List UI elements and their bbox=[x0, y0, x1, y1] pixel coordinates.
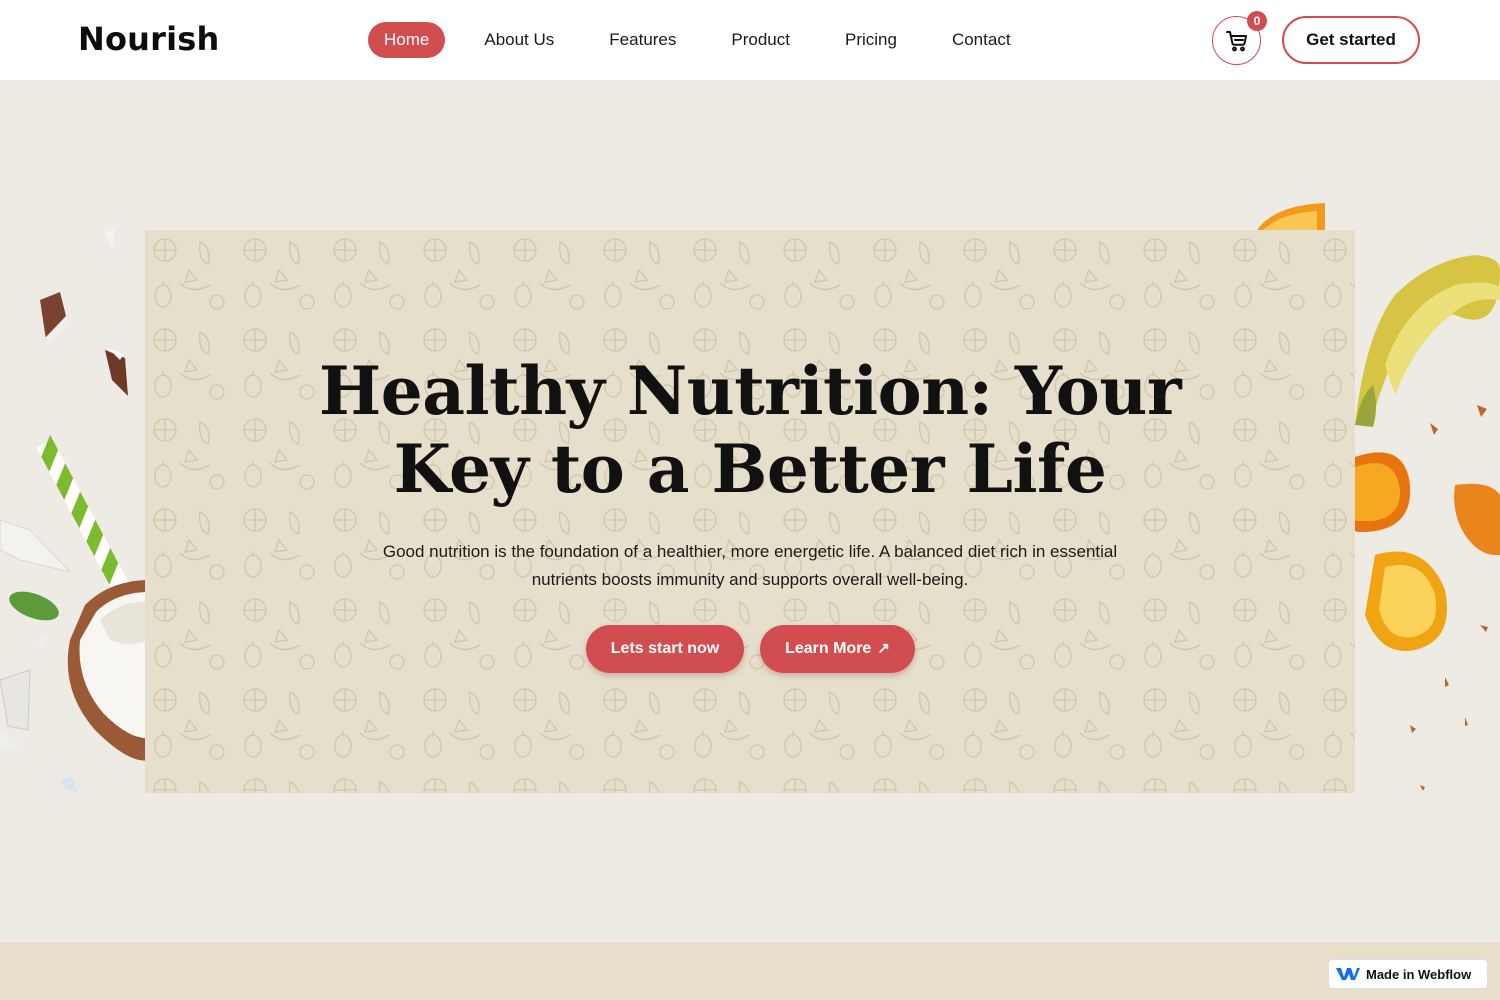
fruit-pattern-background bbox=[145, 230, 1355, 793]
nav-about-us[interactable]: About Us bbox=[468, 22, 570, 58]
main-nav: Home About Us Features Product Pricing C… bbox=[368, 22, 1050, 58]
site-header: Nourish Home About Us Features Product P… bbox=[0, 0, 1500, 80]
shopping-cart-icon bbox=[1225, 30, 1247, 51]
lets-start-now-button[interactable]: Lets start now bbox=[586, 625, 744, 673]
next-section-band bbox=[0, 942, 1500, 1000]
hero-title-line-2: Key to a Better Life bbox=[393, 430, 1107, 508]
nav-product[interactable]: Product bbox=[715, 22, 806, 58]
made-in-webflow-badge[interactable]: Made in Webflow bbox=[1328, 959, 1488, 989]
hero-title: Healthy Nutrition: Your Key to a Better … bbox=[145, 352, 1355, 508]
nav-home[interactable]: Home bbox=[368, 22, 446, 58]
arrow-up-right-icon: ↗ bbox=[877, 640, 890, 657]
brand-logo[interactable]: Nourish bbox=[78, 20, 220, 58]
hero-section: Healthy Nutrition: Your Key to a Better … bbox=[145, 230, 1355, 793]
learn-more-button[interactable]: Learn More ↗ bbox=[760, 625, 915, 673]
learn-more-label: Learn More bbox=[785, 640, 872, 657]
cart-count-badge: 0 bbox=[1247, 11, 1267, 31]
made-in-webflow-label: Made in Webflow bbox=[1366, 966, 1472, 982]
hero-title-line-1: Healthy Nutrition: Your bbox=[318, 352, 1182, 430]
coconut-decoration bbox=[0, 230, 150, 792]
hero-description-line-2: nutrients boosts immunity and supports o… bbox=[531, 570, 969, 589]
get-started-button[interactable]: Get started bbox=[1282, 16, 1420, 64]
cart-button[interactable]: 0 bbox=[1212, 11, 1267, 65]
nav-contact[interactable]: Contact bbox=[936, 22, 1027, 58]
webflow-logo-icon bbox=[1336, 968, 1360, 980]
hero-description: Good nutrition is the foundation of a he… bbox=[345, 538, 1155, 594]
nav-pricing[interactable]: Pricing bbox=[829, 22, 913, 58]
hero-description-line-1: Good nutrition is the foundation of a he… bbox=[382, 542, 1118, 561]
fruit-decoration-right bbox=[1257, 203, 1500, 791]
nav-features[interactable]: Features bbox=[593, 22, 692, 58]
